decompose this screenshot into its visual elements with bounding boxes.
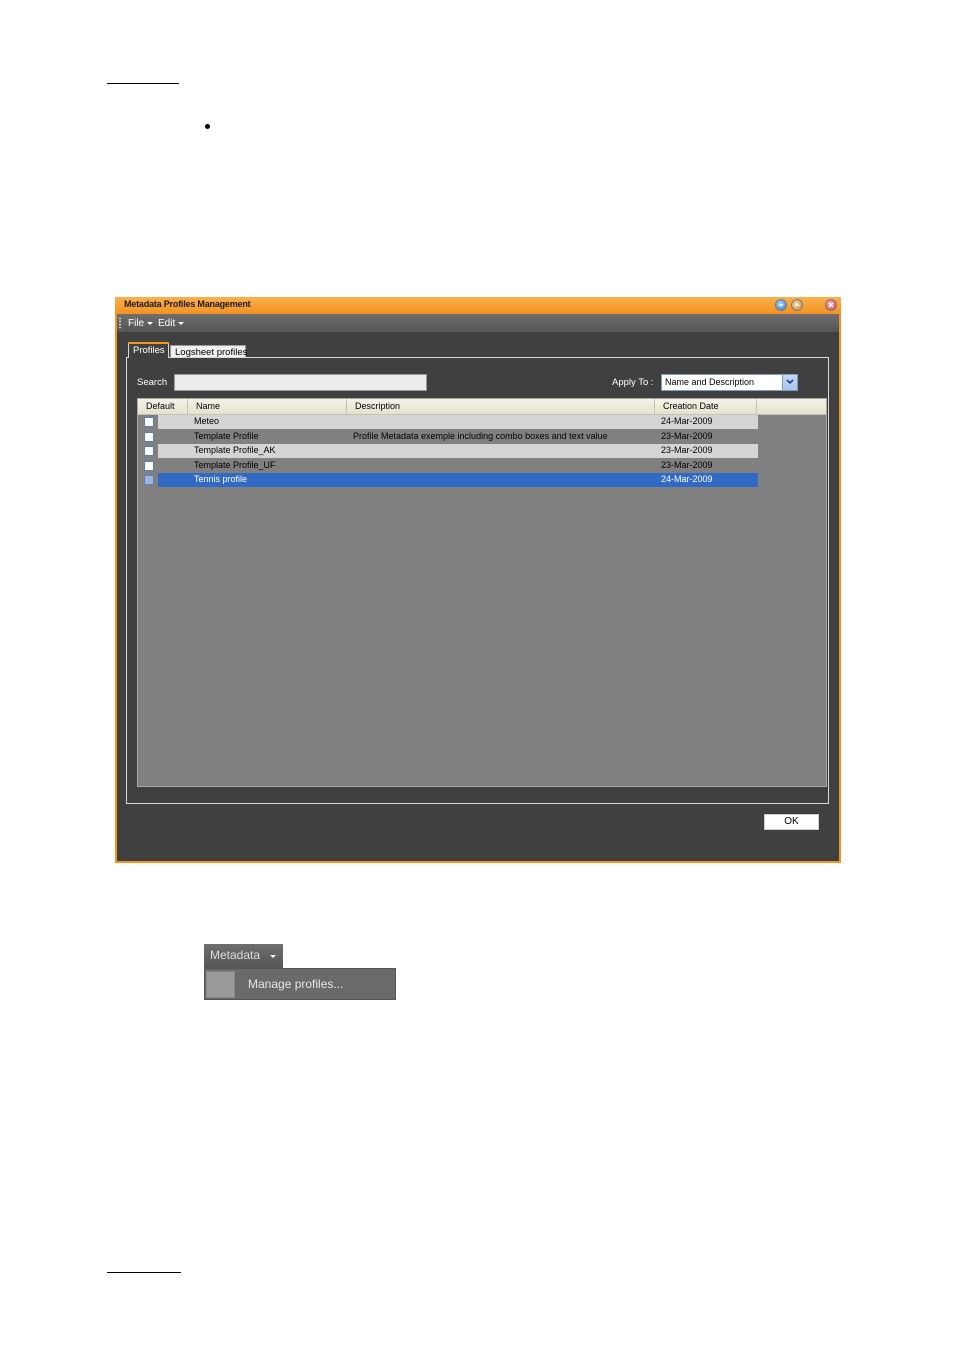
default-checkbox[interactable]	[144, 446, 154, 456]
window-title: Metadata Profiles Management	[124, 299, 251, 309]
menu-item-icon	[206, 971, 235, 998]
search-input[interactable]	[174, 374, 427, 391]
cell-creation-date: 23-Mar-2009	[661, 445, 713, 455]
menu-edit[interactable]: Edit	[158, 316, 185, 330]
menu-file[interactable]: File	[128, 316, 154, 330]
footer-rule	[107, 1272, 181, 1273]
metadata-menu: Metadata Manage profiles...	[204, 944, 396, 1000]
profiles-grid: Default Name Description Creation Date M…	[137, 398, 827, 787]
metadata-profiles-window: Metadata Profiles Management File Edit P…	[115, 297, 841, 863]
chevron-down-icon	[270, 955, 276, 958]
toolbar-grip-icon[interactable]	[119, 317, 121, 329]
ok-button[interactable]: OK	[763, 813, 820, 831]
bullet-point	[205, 124, 210, 129]
table-row[interactable]: Tennis profile 24-Mar-2009	[138, 473, 758, 487]
column-header-description[interactable]: Description	[347, 399, 655, 414]
default-cell	[138, 458, 158, 473]
default-cell	[138, 415, 158, 429]
default-cell	[138, 473, 158, 487]
menu-item-manage-profiles[interactable]: Manage profiles...	[248, 977, 343, 991]
close-icon[interactable]	[825, 299, 837, 311]
default-cell	[138, 444, 158, 458]
menu-file-label: File	[128, 317, 145, 329]
cell-creation-date: 23-Mar-2009	[661, 430, 713, 441]
minimize-icon[interactable]	[775, 299, 787, 311]
apply-to-value: Name and Description	[665, 377, 755, 387]
table-row[interactable]: Template Profile_AK 23-Mar-2009	[138, 444, 758, 458]
table-row[interactable]: Template Profile_UF 23-Mar-2009	[138, 458, 758, 473]
cell-creation-date: 24-Mar-2009	[661, 474, 713, 484]
menu-bar: File Edit	[117, 314, 839, 332]
chevron-down-icon[interactable]	[782, 375, 797, 390]
default-checkbox[interactable]	[144, 475, 154, 485]
window-client-area: File Edit Profiles Logsheet profiles Sea…	[117, 314, 839, 861]
row-background: Template Profile_UF 23-Mar-2009	[158, 458, 758, 473]
row-background: Template Profile_AK 23-Mar-2009	[158, 444, 758, 458]
default-cell	[138, 429, 158, 444]
chevron-down-icon	[147, 321, 154, 325]
table-row[interactable]: Template Profile Profile Metadata exemple…	[138, 429, 758, 444]
profiles-tab-panel: Search Apply To : Name and Description D…	[126, 357, 829, 804]
default-checkbox[interactable]	[144, 431, 154, 442]
menu-edit-label: Edit	[158, 317, 176, 329]
header-rule	[107, 83, 179, 84]
metadata-menu-button[interactable]: Metadata	[204, 944, 283, 968]
tab-profiles[interactable]: Profiles	[128, 342, 169, 358]
metadata-dropdown: Manage profiles...	[204, 968, 396, 1000]
column-header-name[interactable]: Name	[188, 399, 347, 414]
default-checkbox[interactable]	[144, 460, 154, 471]
row-background: Meteo 24-Mar-2009	[158, 415, 758, 429]
metadata-menu-label: Metadata	[210, 948, 261, 962]
row-background: Tennis profile 24-Mar-2009	[158, 473, 758, 487]
grid-header: Default Name Description Creation Date	[138, 399, 826, 415]
search-label: Search	[137, 377, 168, 388]
cell-creation-date: 23-Mar-2009	[661, 459, 713, 470]
title-bar[interactable]: Metadata Profiles Management	[115, 297, 841, 314]
column-header-default[interactable]: Default	[138, 399, 188, 414]
default-checkbox[interactable]	[144, 417, 154, 427]
cell-name: Meteo	[194, 416, 220, 426]
apply-to-select[interactable]: Name and Description	[661, 374, 798, 391]
cell-description: Profile Metadata exemple including combo…	[353, 430, 608, 441]
cell-name: Template Profile	[194, 430, 259, 441]
apply-to-label: Apply To :	[612, 377, 654, 388]
row-background: Template Profile Profile Metadata exemple…	[158, 429, 758, 444]
restore-icon[interactable]	[791, 299, 803, 311]
tab-profiles-label: Profiles	[133, 345, 165, 356]
column-header-creation-date[interactable]: Creation Date	[655, 399, 757, 414]
cell-creation-date: 24-Mar-2009	[661, 416, 713, 426]
cell-name: Template Profile_UF	[194, 459, 276, 470]
cell-name: Tennis profile	[194, 474, 248, 484]
table-row[interactable]: Meteo 24-Mar-2009	[138, 415, 758, 429]
chevron-down-icon	[178, 321, 185, 325]
cell-name: Template Profile_AK	[194, 445, 276, 455]
